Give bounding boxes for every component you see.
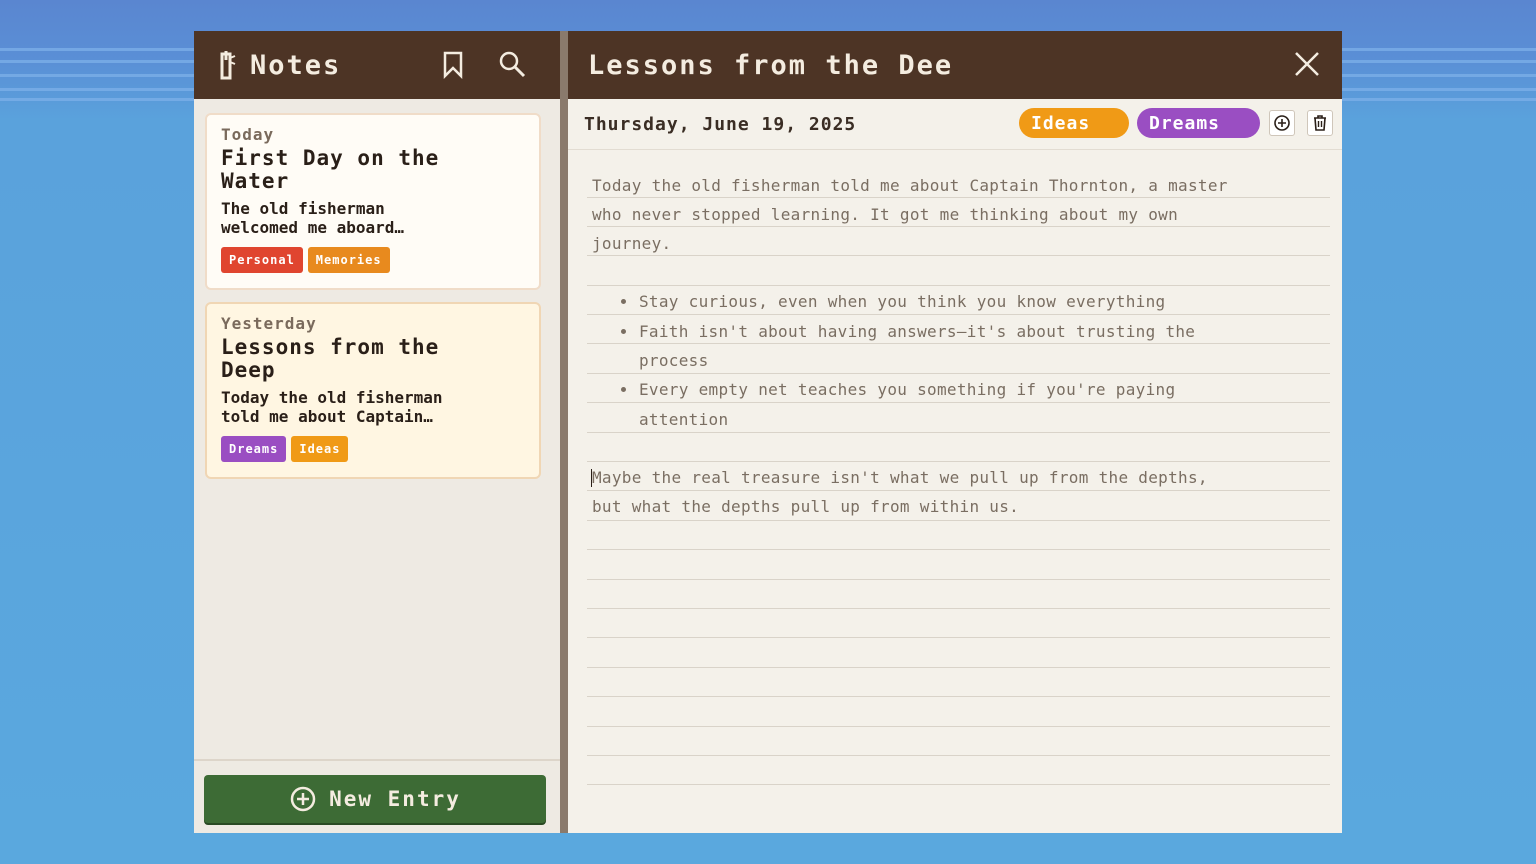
entry-tags: Dreams Ideas bbox=[221, 436, 525, 462]
bullet-text: Stay curious, even when you think you kn… bbox=[639, 292, 1166, 311]
bullet-dot bbox=[621, 299, 626, 304]
editor-pane: Lessons from the Dee Thursday, June 19, … bbox=[568, 31, 1342, 833]
body-text-line: but what the depths pull up from within … bbox=[592, 497, 1020, 516]
tag-dreams[interactable]: Dreams bbox=[221, 436, 287, 462]
lighthouse-icon bbox=[220, 51, 236, 80]
body-text-line: Today the old fisherman told me about Ca… bbox=[592, 176, 1228, 195]
entry-date: Yesterday bbox=[221, 314, 317, 333]
add-tag-button[interactable] bbox=[1269, 110, 1295, 136]
bookmark-icon[interactable] bbox=[438, 49, 468, 79]
entry-meta-bar: Thursday, June 19, 2025 Ideas Dreams bbox=[568, 99, 1342, 150]
bullet-text: Every empty net teaches you something if… bbox=[639, 380, 1176, 399]
sidebar-divider bbox=[194, 759, 560, 761]
close-icon[interactable] bbox=[1292, 49, 1322, 79]
body-text-line: journey. bbox=[592, 234, 672, 253]
plus-circle-icon bbox=[290, 786, 316, 812]
entry-title-field[interactable]: Lessons from the Dee bbox=[588, 50, 953, 81]
entry-title: Lessons from the Deep bbox=[221, 335, 440, 382]
body-text-line: Maybe the real treasure isn't what we pu… bbox=[592, 468, 1208, 487]
tag-memories[interactable]: Memories bbox=[307, 247, 390, 273]
bullet-dot bbox=[621, 387, 626, 392]
sidebar: Notes Today First Day on the Water The o… bbox=[194, 31, 560, 833]
entry-tags: Personal Memories bbox=[221, 247, 525, 273]
bullet-text: attention bbox=[639, 410, 729, 429]
entry-title: First Day on the Water bbox=[221, 146, 440, 193]
pane-separator[interactable] bbox=[560, 31, 568, 833]
bullet-dot bbox=[621, 329, 626, 334]
plus-circle-icon bbox=[1274, 115, 1290, 131]
entry-date: Thursday, June 19, 2025 bbox=[584, 113, 857, 135]
trash-icon bbox=[1314, 115, 1326, 131]
journal-app-window: Notes Today First Day on the Water The o… bbox=[194, 31, 1342, 833]
tag-personal[interactable]: Personal bbox=[221, 247, 303, 273]
new-entry-label: New Entry bbox=[329, 787, 461, 811]
entry-body-editor[interactable]: Today the old fisherman told me about Ca… bbox=[587, 162, 1330, 822]
entry-date: Today bbox=[221, 125, 275, 144]
bullet-text: Faith isn't about having answers—it's ab… bbox=[639, 322, 1196, 341]
entry-card-first-day[interactable]: Today First Day on the Water The old fis… bbox=[205, 113, 541, 290]
search-icon[interactable] bbox=[497, 49, 527, 79]
editor-header: Lessons from the Dee bbox=[568, 31, 1342, 99]
entry-preview: Today the old fisherman told me about Ca… bbox=[221, 388, 443, 426]
sidebar-title: Notes bbox=[250, 49, 342, 81]
tag-ideas[interactable]: Ideas bbox=[1019, 108, 1129, 138]
body-text-line: who never stopped learning. It got me th… bbox=[592, 205, 1179, 224]
new-entry-button[interactable]: New Entry bbox=[204, 775, 546, 823]
entry-card-lessons[interactable]: Yesterday Lessons from the Deep Today th… bbox=[205, 302, 541, 479]
delete-entry-button[interactable] bbox=[1307, 110, 1333, 136]
tag-dreams[interactable]: Dreams bbox=[1137, 108, 1260, 138]
sidebar-header: Notes bbox=[194, 31, 560, 99]
bullet-text: process bbox=[639, 351, 709, 370]
entry-preview: The old fisherman welcomed me aboard… bbox=[221, 199, 405, 237]
tag-ideas[interactable]: Ideas bbox=[291, 436, 349, 462]
